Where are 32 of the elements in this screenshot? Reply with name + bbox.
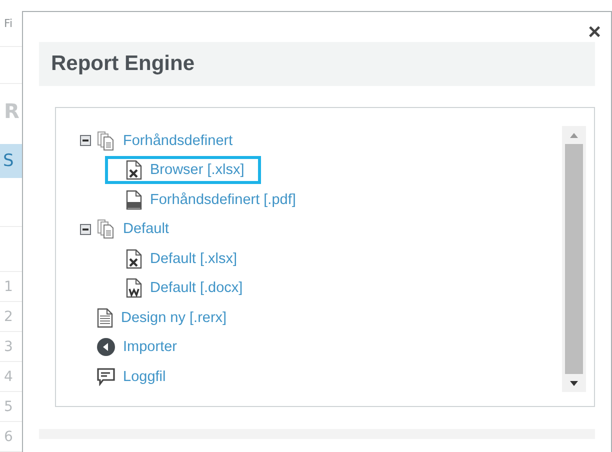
back-circle-icon [97, 338, 115, 356]
row-number: 2 [4, 308, 13, 324]
document-icon [97, 308, 113, 328]
tree-item[interactable]: Default [.docx] [105, 274, 260, 302]
message-icon [97, 368, 115, 386]
spreadsheet-file-icon [126, 160, 142, 180]
tree-item[interactable]: Loggfil [76, 364, 183, 390]
row-number: 6 [4, 428, 13, 444]
close-button[interactable]: × [588, 22, 601, 42]
tree-item[interactable]: Forhåndsdefinert [.pdf] [105, 186, 313, 214]
tree-item[interactable]: Importer [76, 334, 194, 360]
pdf-file-icon [126, 190, 142, 210]
background-tab[interactable]: S [0, 144, 22, 178]
tree-item[interactable]: Default [76, 215, 186, 244]
collapse-icon[interactable] [80, 135, 91, 146]
background-heading: R [4, 99, 20, 123]
spreadsheet-file-icon [126, 248, 142, 269]
background-text: Fi [4, 16, 13, 30]
row-number: 4 [4, 368, 13, 384]
documents-icon [97, 130, 115, 151]
word-file-icon [126, 278, 142, 298]
row-number: 1 [4, 278, 13, 294]
tree-item[interactable]: Default [.xlsx] [105, 244, 254, 273]
dialog-title: Report Engine [51, 52, 195, 76]
documents-icon [97, 219, 115, 240]
row-number: 3 [4, 338, 13, 354]
tree-item[interactable]: Design ny [.rerx] [76, 304, 244, 332]
scrollbar[interactable] [562, 126, 586, 392]
tree-item[interactable]: Forhåndsdefinert [76, 126, 250, 155]
row-number: 5 [4, 398, 13, 414]
tree-item[interactable]: Browser [.xlsx] [105, 156, 262, 184]
collapse-icon[interactable] [80, 224, 91, 235]
